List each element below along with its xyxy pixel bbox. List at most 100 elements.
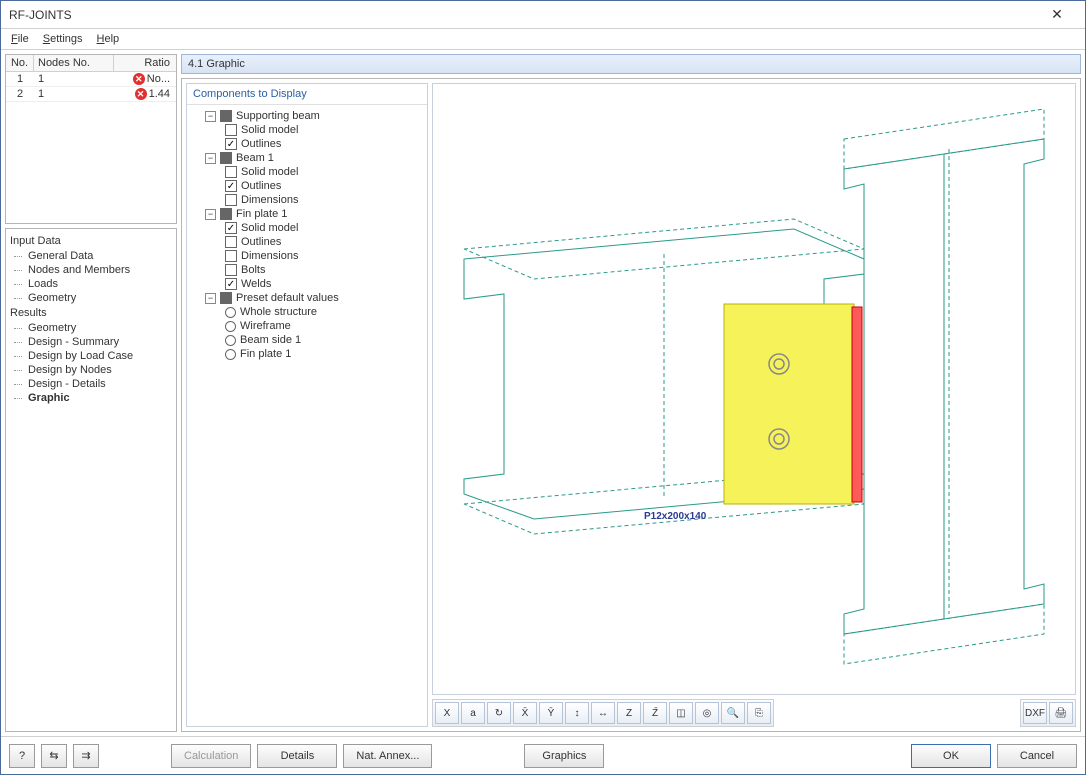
view-tool-button[interactable]: a [461, 702, 485, 724]
radio-icon[interactable] [225, 321, 236, 332]
collapse-icon[interactable]: − [205, 209, 216, 220]
export-tool-button[interactable]: DXF [1023, 702, 1047, 724]
th-ratio[interactable]: Ratio [114, 55, 174, 71]
tree-group-label: Supporting beam [236, 110, 320, 122]
checkbox-icon[interactable] [225, 166, 237, 178]
tree-item[interactable]: Outlines [189, 235, 425, 249]
tree-item[interactable]: Outlines [189, 179, 425, 193]
graphics-button[interactable]: Graphics [524, 744, 604, 768]
tree-item-label: Bolts [241, 264, 265, 276]
nav-item-graphic[interactable]: Graphic [10, 391, 172, 405]
radio-icon[interactable] [225, 307, 236, 318]
view-tool-button[interactable]: ↕ [565, 702, 589, 724]
tree-group[interactable]: − Fin plate 1 [189, 207, 425, 221]
tree-item-label: Outlines [241, 236, 281, 248]
ok-button[interactable]: OK [911, 744, 991, 768]
window-title: RF-JOINTS [9, 8, 72, 22]
nav-item[interactable]: General Data [10, 249, 172, 263]
th-no[interactable]: No. [6, 55, 34, 71]
checkbox-icon[interactable] [220, 208, 232, 220]
tree-item[interactable]: Bolts [189, 263, 425, 277]
export-tool-button[interactable]: 🖨 [1049, 702, 1073, 724]
tree-item[interactable]: Fin plate 1 [189, 347, 425, 361]
view-tool-button[interactable]: ↻ [487, 702, 511, 724]
tree-group[interactable]: − Beam 1 [189, 151, 425, 165]
checkbox-icon[interactable] [220, 292, 232, 304]
viewport-3d[interactable]: P12x200x140 [432, 83, 1076, 695]
nav-item[interactable]: Design - Summary [10, 335, 172, 349]
checkbox-icon[interactable] [225, 138, 237, 150]
view-tool-button[interactable]: Ȳ [539, 702, 563, 724]
tree-item-label: Welds [241, 278, 271, 290]
calculation-button[interactable]: Calculation [171, 744, 251, 768]
tree-item-label: Dimensions [241, 250, 298, 262]
tree-item[interactable]: Whole structure [189, 305, 425, 319]
collapse-icon[interactable]: − [205, 293, 216, 304]
checkbox-icon[interactable] [225, 124, 237, 136]
checkbox-icon[interactable] [225, 222, 237, 234]
tree-item[interactable]: Solid model [189, 165, 425, 179]
view-tool-button[interactable]: X [435, 702, 459, 724]
tree-item-label: Beam side 1 [240, 334, 301, 346]
nav-item[interactable]: Geometry [10, 321, 172, 335]
error-icon: ✕ [135, 88, 147, 100]
checkbox-icon[interactable] [225, 250, 237, 262]
th-nodes[interactable]: Nodes No. [34, 55, 114, 71]
checkbox-icon[interactable] [220, 110, 232, 122]
menu-file[interactable]: File [5, 31, 35, 47]
cancel-button[interactable]: Cancel [997, 744, 1077, 768]
tree-item[interactable]: Wireframe [189, 319, 425, 333]
menu-help[interactable]: Help [91, 31, 126, 47]
collapse-icon[interactable]: − [205, 111, 216, 122]
details-button[interactable]: Details [257, 744, 337, 768]
checkbox-icon[interactable] [220, 152, 232, 164]
menubar: File Settings Help [1, 29, 1085, 50]
prev-button[interactable]: ⇆ [41, 744, 67, 768]
nav-item[interactable]: Loads [10, 277, 172, 291]
view-tool-button[interactable]: ⎘ [747, 702, 771, 724]
checkbox-icon[interactable] [225, 236, 237, 248]
view-tool-button[interactable]: Z̄ [643, 702, 667, 724]
tree-item[interactable]: Solid model [189, 221, 425, 235]
tree-item-label: Whole structure [240, 306, 317, 318]
view-tool-button[interactable]: 🔍 [721, 702, 745, 724]
nav-item[interactable]: Design by Load Case [10, 349, 172, 363]
tree-item[interactable]: Welds [189, 277, 425, 291]
nav-item[interactable]: Design - Details [10, 377, 172, 391]
help-button[interactable]: ? [9, 744, 35, 768]
view-tool-button[interactable]: ↔ [591, 702, 615, 724]
tree-group[interactable]: − Preset default values [189, 291, 425, 305]
radio-icon[interactable] [225, 349, 236, 360]
table-row[interactable]: 1 1 ✕No... [6, 72, 176, 87]
tree-item[interactable]: Dimensions [189, 249, 425, 263]
checkbox-icon[interactable] [225, 278, 237, 290]
nav-item[interactable]: Geometry [10, 291, 172, 305]
tree-item[interactable]: Beam side 1 [189, 333, 425, 347]
view-tool-button[interactable]: X̄ [513, 702, 537, 724]
table-row[interactable]: 2 1 ✕1.44 [6, 87, 176, 102]
menu-settings[interactable]: Settings [37, 31, 89, 47]
nav-item[interactable]: Design by Nodes [10, 363, 172, 377]
view-tool-button[interactable]: Z [617, 702, 641, 724]
tree-group-label: Fin plate 1 [236, 208, 287, 220]
next-button[interactable]: ⇉ [73, 744, 99, 768]
tree-item[interactable]: Outlines [189, 137, 425, 151]
tree-item-label: Solid model [241, 222, 298, 234]
checkbox-icon[interactable] [225, 180, 237, 192]
nav-item[interactable]: Nodes and Members [10, 263, 172, 277]
annex-button[interactable]: Nat. Annex... [343, 744, 432, 768]
checkbox-icon[interactable] [225, 264, 237, 276]
nav-head-input: Input Data [10, 233, 172, 249]
view-tool-button[interactable]: ◎ [695, 702, 719, 724]
tree-group[interactable]: − Supporting beam [189, 109, 425, 123]
tree-item-label: Outlines [241, 180, 281, 192]
radio-icon[interactable] [225, 335, 236, 346]
view-tool-button[interactable]: ◫ [669, 702, 693, 724]
collapse-icon[interactable]: − [205, 153, 216, 164]
tree-item[interactable]: Solid model [189, 123, 425, 137]
plate-label: P12x200x140 [644, 511, 707, 522]
close-icon[interactable]: ✕ [1037, 6, 1077, 23]
tree-group-label: Preset default values [236, 292, 339, 304]
tree-item[interactable]: Dimensions [189, 193, 425, 207]
checkbox-icon[interactable] [225, 194, 237, 206]
